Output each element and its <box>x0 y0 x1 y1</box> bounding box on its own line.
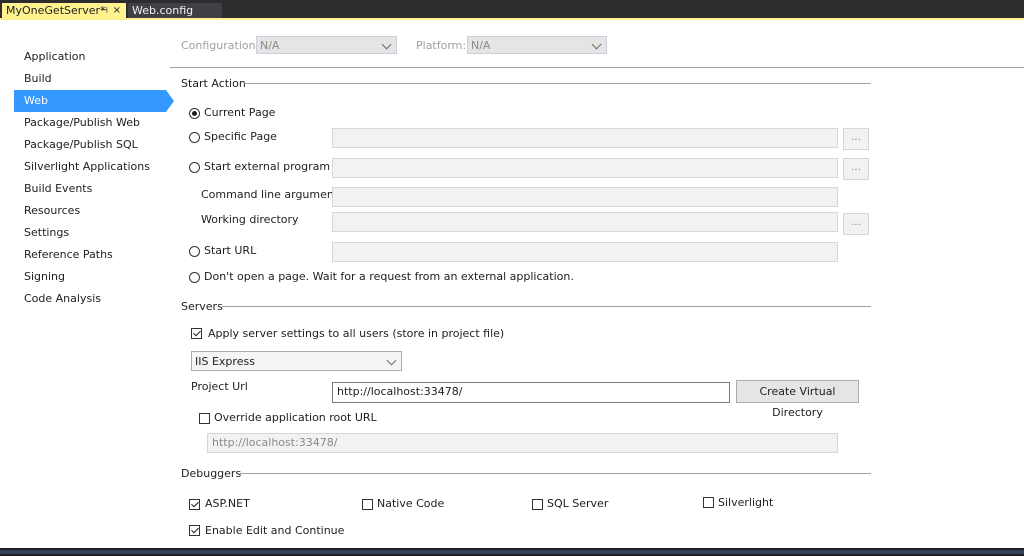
document-tab-strip: MyOneGetServer* ⊣ × Web.config <box>0 0 1024 18</box>
tab-myonegetserver[interactable]: MyOneGetServer* ⊣ × <box>2 3 126 18</box>
dont-open-label: Don't open a page. Wait for a request fr… <box>204 270 574 283</box>
tab-label: MyOneGetServer* <box>6 4 106 17</box>
chevron-down-icon <box>381 39 392 50</box>
dont-open-radio[interactable] <box>189 272 200 283</box>
configuration-value: N/A <box>260 39 280 52</box>
sql-server-checkbox[interactable] <box>532 499 543 510</box>
servers-title: Servers <box>181 300 223 313</box>
silverlight-label: Silverlight <box>718 496 774 509</box>
edit-and-continue-label: Enable Edit and Continue <box>205 524 345 537</box>
silverlight-checkbox[interactable] <box>703 497 714 508</box>
servers-divider <box>222 306 871 307</box>
edit-and-continue-checkbox[interactable] <box>189 525 200 536</box>
start-url-label: Start URL <box>204 244 257 257</box>
working-directory-input[interactable] <box>332 212 838 232</box>
sidebar-item-application[interactable]: Application <box>14 46 166 68</box>
start-action-title: Start Action <box>181 77 246 90</box>
native-code-label: Native Code <box>377 497 445 510</box>
project-url-label: Project Url <box>191 380 248 393</box>
debuggers-divider <box>240 473 871 474</box>
command-line-arguments-input[interactable] <box>332 187 838 207</box>
tab-web-config[interactable]: Web.config <box>128 3 222 18</box>
specific-page-browse-button[interactable]: ... <box>843 128 869 150</box>
project-url-input[interactable]: http://localhost:33478/ <box>332 382 730 403</box>
start-external-program-radio[interactable] <box>189 162 200 173</box>
sidebar-item-signing[interactable]: Signing <box>14 266 166 288</box>
override-root-url-input[interactable]: http://localhost:33478/ <box>207 433 838 453</box>
external-program-browse-button[interactable]: ... <box>843 158 869 180</box>
sidebar-item-reference-paths[interactable]: Reference Paths <box>14 244 166 266</box>
asp-net-label: ASP.NET <box>205 497 250 510</box>
sidebar-item-resources[interactable]: Resources <box>14 200 166 222</box>
configuration-label: Configuration: <box>181 39 260 52</box>
platform-label: Platform: <box>416 39 467 52</box>
apply-settings-checkbox[interactable] <box>191 328 202 339</box>
command-line-arguments-label: Command line arguments <box>201 188 344 201</box>
debuggers-title: Debuggers <box>181 467 242 480</box>
override-root-url-value: http://localhost:33478/ <box>212 436 338 449</box>
platform-value: N/A <box>471 39 491 52</box>
start-url-input[interactable] <box>332 242 838 262</box>
override-root-url-label: Override application root URL <box>214 411 377 424</box>
status-strip <box>0 548 1024 556</box>
sql-server-label: SQL Server <box>547 497 609 510</box>
working-directory-browse-button[interactable]: ... <box>843 213 869 235</box>
native-code-checkbox[interactable] <box>362 499 373 510</box>
header-divider <box>170 67 1024 68</box>
server-type-value: IIS Express <box>195 355 255 368</box>
close-icon[interactable]: × <box>113 3 121 19</box>
specific-page-label: Specific Page <box>204 130 277 143</box>
sidebar-item-code-analysis[interactable]: Code Analysis <box>14 288 166 310</box>
project-url-value: http://localhost:33478/ <box>337 385 463 398</box>
apply-settings-label: Apply server settings to all users (stor… <box>208 327 505 340</box>
start-url-radio[interactable] <box>189 246 200 257</box>
current-page-radio[interactable] <box>189 108 200 119</box>
sidebar-item-settings[interactable]: Settings <box>14 222 166 244</box>
server-type-dropdown[interactable]: IIS Express <box>191 351 402 371</box>
sidebar-item-build-events[interactable]: Build Events <box>14 178 166 200</box>
sidebar-item-silverlight-applications[interactable]: Silverlight Applications <box>14 156 166 178</box>
status-strip-line <box>0 550 1024 554</box>
start-external-program-label: Start external program <box>204 160 331 173</box>
create-virtual-directory-button[interactable]: Create Virtual Directory <box>736 380 859 419</box>
working-directory-label: Working directory <box>201 213 299 226</box>
project-properties-page: Application Build Web Package/Publish We… <box>0 20 1024 548</box>
chevron-down-icon <box>591 39 602 50</box>
platform-dropdown[interactable]: N/A <box>467 36 607 54</box>
specific-page-radio[interactable] <box>189 132 200 143</box>
sidebar-item-package-publish-web[interactable]: Package/Publish Web <box>14 112 166 134</box>
sidebar-item-web[interactable]: Web <box>14 90 174 112</box>
current-page-label: Current Page <box>204 106 276 119</box>
chevron-down-icon <box>386 355 397 366</box>
configuration-dropdown[interactable]: N/A <box>256 36 397 54</box>
specific-page-input[interactable] <box>332 128 838 148</box>
sidebar-item-build[interactable]: Build <box>14 68 166 90</box>
asp-net-checkbox[interactable] <box>189 499 200 510</box>
external-program-input[interactable] <box>332 158 838 178</box>
sidebar-item-package-publish-sql[interactable]: Package/Publish SQL <box>14 134 166 156</box>
tab-label: Web.config <box>132 4 194 17</box>
override-root-url-checkbox[interactable] <box>199 413 210 424</box>
start-action-divider <box>244 83 871 84</box>
pin-icon[interactable]: ⊣ <box>100 3 108 19</box>
properties-sidebar: Application Build Web Package/Publish We… <box>14 46 174 310</box>
